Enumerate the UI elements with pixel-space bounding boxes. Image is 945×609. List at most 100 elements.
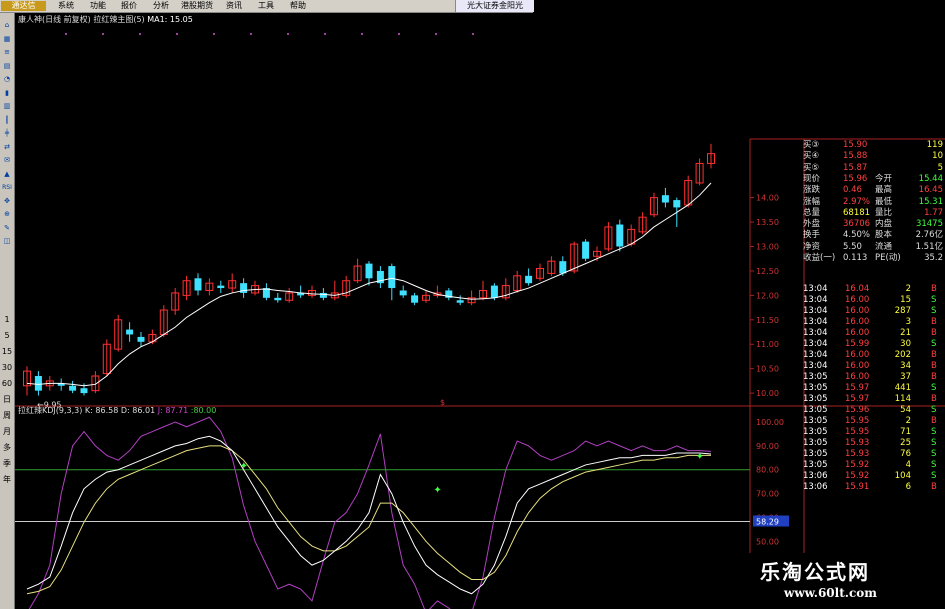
candle-down (616, 224, 624, 247)
menu-item-help[interactable]: 帮助 (290, 0, 306, 12)
tick-cell: 13:05 (803, 460, 828, 470)
tick-row: 13:05 15.95 71 S (803, 427, 945, 438)
move-icon[interactable]: ✥ (1, 195, 13, 208)
tick-cell: B (931, 284, 937, 294)
kdj-tick-label: 90.00 (756, 442, 779, 451)
marker-label: $ (440, 398, 445, 407)
tick-cell: 13:04 (803, 339, 828, 349)
candle-down (525, 275, 533, 284)
d-line (26, 445, 711, 595)
rsi-indicator-icon[interactable]: RSI (1, 181, 13, 194)
tick-cell: 37 (900, 372, 911, 382)
kdj-tick-label: 70.00 (756, 490, 779, 499)
menu-item-quote[interactable]: 报价 (121, 0, 137, 12)
candle-down (80, 388, 88, 394)
tick-cell: 15.99 (845, 339, 870, 349)
timeframe-2[interactable]: 15 (1, 345, 13, 358)
pie-icon[interactable]: ◔ (1, 73, 13, 86)
tick-row: 13:05 15.97 441 S (803, 383, 945, 394)
tick-row: 13:06 15.92 104 S (803, 471, 945, 482)
tick-cell: 54 (900, 405, 911, 415)
quote-n: 35.2 (924, 253, 943, 263)
grid-icon[interactable]: ▦ (1, 33, 13, 46)
table-icon[interactable]: ▥ (1, 100, 13, 113)
quote-l: 总量 (803, 207, 821, 218)
marker-dot (213, 33, 215, 35)
quote-r: 最低 (875, 196, 893, 207)
quote-l: 涨幅 (803, 196, 821, 207)
tick-cell: 104 (894, 471, 911, 481)
quote-row: 收益(一) 0.113 PE(动) 35.2 (803, 253, 945, 264)
zoom-icon[interactable]: ⊕ (1, 208, 13, 221)
candle-icon[interactable]: ╪ (1, 127, 13, 140)
quote-l: 换手 (803, 230, 821, 241)
timeframe-1[interactable]: 5 (1, 329, 13, 342)
quote-r: 股本 (875, 230, 893, 241)
tick-cell: 13:04 (803, 350, 828, 360)
tick-cell: 13:05 (803, 416, 828, 426)
tick-row: 13:04 16.00 15 S (803, 295, 945, 306)
quote-r: 今开 (875, 173, 893, 184)
bars-icon[interactable]: ▮ (1, 87, 13, 100)
tick-cell: 15.95 (845, 427, 870, 437)
tick-cell: S (931, 405, 937, 415)
tick-cell: B (931, 350, 937, 360)
chart-icon[interactable]: ▤ (1, 60, 13, 73)
tick-row: 13:05 16.00 37 B (803, 372, 945, 383)
menu-item-system[interactable]: 系统 (58, 0, 74, 12)
timeframe-7[interactable]: 月 (1, 425, 13, 438)
kline-icon[interactable]: ┃ (1, 114, 13, 127)
timeframe-9[interactable]: 季 (1, 457, 13, 470)
timeframe-3[interactable]: 30 (1, 361, 13, 374)
tick-cell: B (931, 394, 937, 404)
tick-cell: 13:06 (803, 471, 828, 481)
compare-icon[interactable]: ⇄ (1, 141, 13, 154)
home-icon[interactable]: ⌂ (1, 19, 13, 32)
news-icon[interactable]: ✉ (1, 154, 13, 167)
tick-row: 13:04 16.00 287 S (803, 306, 945, 317)
tick-cell: B (931, 361, 937, 371)
tick-cell: S (931, 383, 937, 393)
quote-v: 15.87 (843, 162, 868, 173)
rank-icon[interactable]: ▲ (1, 168, 13, 181)
timeframe-8[interactable]: 多 (1, 441, 13, 454)
timeframe-4[interactable]: 60 (1, 377, 13, 390)
tick-cell: S (931, 471, 937, 481)
menu-item-tools[interactable]: 工具 (258, 0, 274, 12)
tick-row: 13:05 15.93 25 S (803, 438, 945, 449)
quote-n: 15.31 (918, 196, 943, 207)
j-value: J: 87.71 (157, 406, 189, 415)
quote-v: 4.50% (843, 230, 871, 241)
quote-v: 5.50 (843, 241, 862, 252)
k-value: K: 86.58 (84, 406, 119, 415)
candle-down (274, 297, 282, 301)
tick-cell: 13:05 (803, 394, 828, 404)
timeframe-0[interactable]: 1 (1, 313, 13, 326)
tick-cell: S (931, 438, 937, 448)
candle-down (365, 263, 373, 279)
tick-row: 13:05 15.93 76 S (803, 449, 945, 460)
timeframe-5[interactable]: 日 (1, 393, 13, 406)
candle-down (137, 336, 145, 342)
quote-l: 收益(一) (803, 253, 836, 263)
candle-down (34, 376, 42, 391)
quote-v: 0.113 (843, 253, 868, 263)
timeframe-6[interactable]: 周 (1, 409, 13, 422)
tick-row: 13:04 16.00 202 B (803, 350, 945, 361)
kdj-tick-label: 80.00 (756, 466, 779, 475)
box-icon[interactable]: ◫ (1, 235, 13, 248)
tick-cell: 13:04 (803, 306, 828, 316)
candle-down (319, 292, 327, 298)
candle-down (582, 241, 590, 259)
candle-down (490, 285, 498, 298)
list-icon[interactable]: ≡ (1, 46, 13, 59)
pen-icon[interactable]: ✎ (1, 222, 13, 235)
timeframe-10[interactable]: 年 (1, 473, 13, 486)
menu-item-hk-futures[interactable]: 港股期货 (181, 0, 213, 12)
marker-dot (361, 33, 363, 35)
menu-item-analysis[interactable]: 分析 (153, 0, 169, 12)
menu-item-function[interactable]: 功能 (90, 0, 106, 12)
quote-v: 36706 (843, 219, 871, 230)
menu-item-news[interactable]: 资讯 (226, 0, 242, 12)
quote-n: 119 (926, 140, 943, 150)
